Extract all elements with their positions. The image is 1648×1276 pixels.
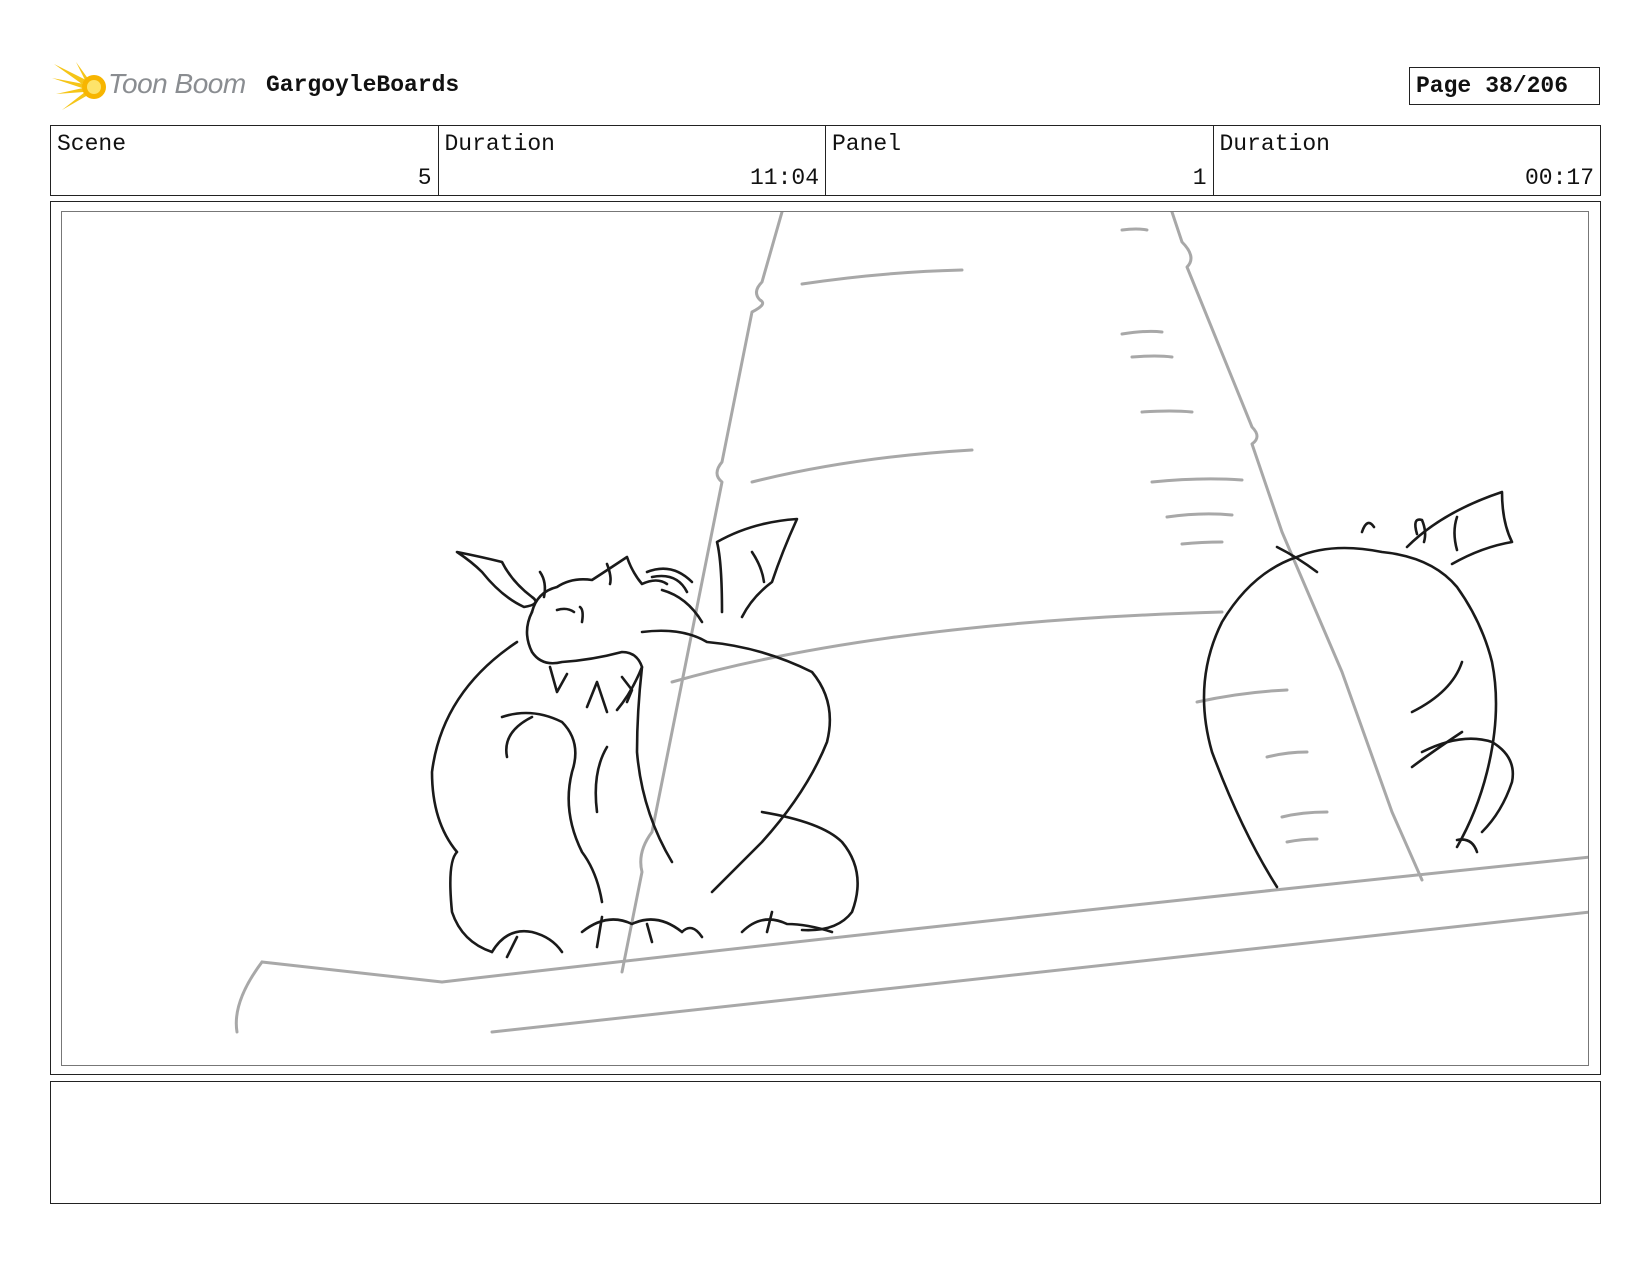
project-title: GargoyleBoards xyxy=(266,72,460,98)
notes-box[interactable] xyxy=(50,1081,1601,1204)
panel-cell: Panel 1 xyxy=(826,126,1214,195)
panel-label: Panel xyxy=(832,131,902,157)
panel-drawing-area xyxy=(61,211,1589,1066)
scene-cell: Scene 5 xyxy=(51,126,439,195)
scene-duration-value: 11:04 xyxy=(749,165,819,191)
tower-sketch xyxy=(234,212,1588,1034)
toon-boom-logo: Toon Boom xyxy=(52,58,252,114)
page-indicator: Page 38/206 xyxy=(1409,67,1600,105)
panel-frame xyxy=(50,201,1601,1075)
logo-text: Toon Boom xyxy=(108,68,246,99)
right-gargoyle-sketch xyxy=(1202,490,1515,889)
panel-duration-label: Duration xyxy=(1219,131,1330,157)
scene-duration-cell: Duration 11:04 xyxy=(439,126,826,195)
scene-value: 5 xyxy=(417,165,432,191)
panel-duration-cell: Duration 00:17 xyxy=(1214,126,1601,195)
starburst-icon xyxy=(52,62,106,110)
scene-duration-label: Duration xyxy=(444,131,555,157)
left-gargoyle-sketch xyxy=(430,517,859,959)
panel-duration-value: 00:17 xyxy=(1524,165,1594,191)
scene-label: Scene xyxy=(57,131,127,157)
panel-value: 1 xyxy=(1192,165,1207,191)
storyboard-sketch xyxy=(234,212,1588,1034)
page-label: Page xyxy=(1416,73,1472,99)
page-value: 38/206 xyxy=(1485,73,1569,99)
info-table: Scene 5 Duration 11:04 Panel 1 Duration … xyxy=(50,125,1601,196)
